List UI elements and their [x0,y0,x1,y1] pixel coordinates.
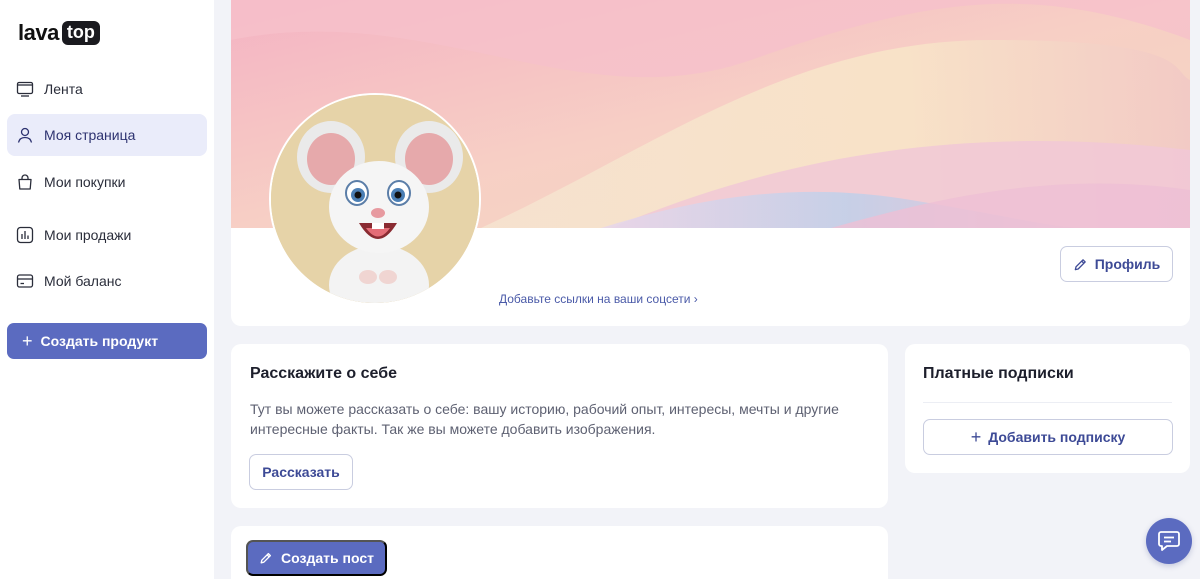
paid-subscriptions-title: Платные подписки [923,365,1074,382]
sidebar-item-sales[interactable]: Мои продажи [7,214,207,256]
user-icon [17,127,33,143]
about-me-description: Тут вы можете рассказать о себе: вашу ис… [250,401,839,437]
sidebar-item-label: Мой баланс [44,273,122,289]
add-social-links-link[interactable]: Добавьте ссылки на ваши соцсети › [499,292,698,306]
support-chat-button[interactable] [1146,518,1192,564]
sidebar-item-feed[interactable]: Лента [7,68,207,110]
add-subscription-button[interactable]: + Добавить подписку [923,419,1173,455]
sidebar: lava top Лента Моя страница Мои покупки [0,0,214,579]
logo-badge: top [61,21,100,45]
create-post-button[interactable]: Создать пост [246,540,387,576]
edit-profile-button[interactable]: Профиль [1060,246,1173,282]
create-product-button[interactable]: + Создать продукт [7,323,207,359]
about-me-title: Расскажите о себе [250,365,398,382]
about-me-card: Расскажите о себе Тут вы можете рассказа… [231,344,888,508]
monitor-icon [16,81,34,97]
wallet-icon [16,274,34,288]
edit-profile-label: Профиль [1094,256,1161,272]
chart-icon [16,226,34,244]
bag-icon [18,174,32,190]
pencil-icon [1074,258,1086,270]
create-product-label: Создать продукт [40,333,159,349]
plus-icon: + [22,331,33,351]
divider [923,402,1172,403]
plus-icon: + [970,427,982,447]
add-subscription-label: Добавить подписку [988,429,1126,445]
avatar[interactable] [269,93,481,305]
pencil-icon [260,552,272,564]
logo-word: lava [18,20,59,45]
tell-about-yourself-button[interactable]: Рассказать [249,454,353,490]
chat-bubble-icon [1158,531,1180,551]
sidebar-item-label: Мои покупки [44,174,126,190]
sidebar-item-label: Мои продажи [44,227,132,243]
lava-top-logo[interactable]: lava top [18,20,100,46]
sidebar-item-my-page[interactable]: Моя страница [7,114,207,156]
sidebar-item-purchases[interactable]: Мои покупки [7,161,207,203]
sidebar-item-label: Моя страница [44,127,136,143]
sidebar-item-balance[interactable]: Мой баланс [7,260,207,302]
paid-subscriptions-card: Платные подписки + Добавить подписку [905,344,1190,473]
create-post-label: Создать пост [281,550,374,566]
posts-card: Создать пост [231,526,888,579]
mouse-character-avatar-image [271,95,479,303]
sidebar-item-label: Лента [44,81,83,97]
